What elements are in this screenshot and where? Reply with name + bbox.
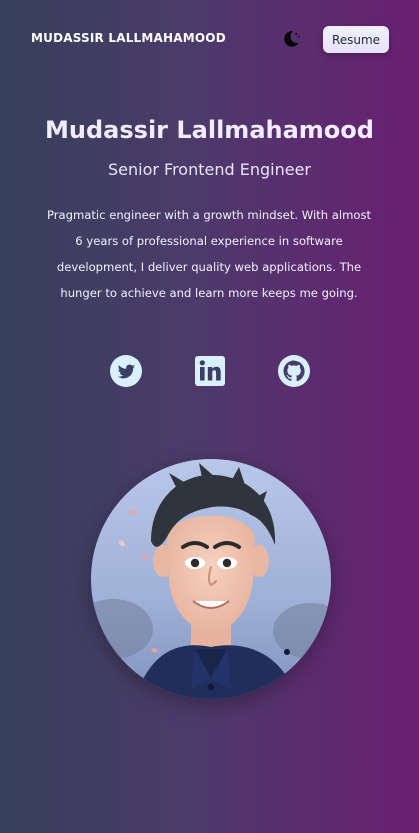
linkedin-icon (195, 356, 225, 386)
moon-icon (284, 31, 300, 47)
resume-button[interactable]: Resume (323, 26, 389, 53)
avatar-illustration (91, 459, 331, 699)
site-brand[interactable]: MUDASSIR LALLMAHAMOOD (31, 31, 226, 45)
hero-name: Mudassir Lallmahamood (45, 116, 374, 144)
social-links (0, 354, 419, 390)
theme-toggle[interactable] (280, 28, 302, 50)
site-header: MUDASSIR LALLMAHAMOOD Resume (0, 0, 419, 80)
hero-role: Senior Frontend Engineer (108, 160, 311, 179)
hero-bio: Pragmatic engineer with a growth mindset… (46, 208, 372, 300)
twitter-icon (110, 355, 142, 387)
github-link[interactable] (277, 354, 311, 388)
linkedin-link[interactable] (193, 354, 227, 388)
avatar (91, 459, 331, 699)
github-icon (278, 355, 310, 387)
twitter-link[interactable] (109, 354, 143, 388)
